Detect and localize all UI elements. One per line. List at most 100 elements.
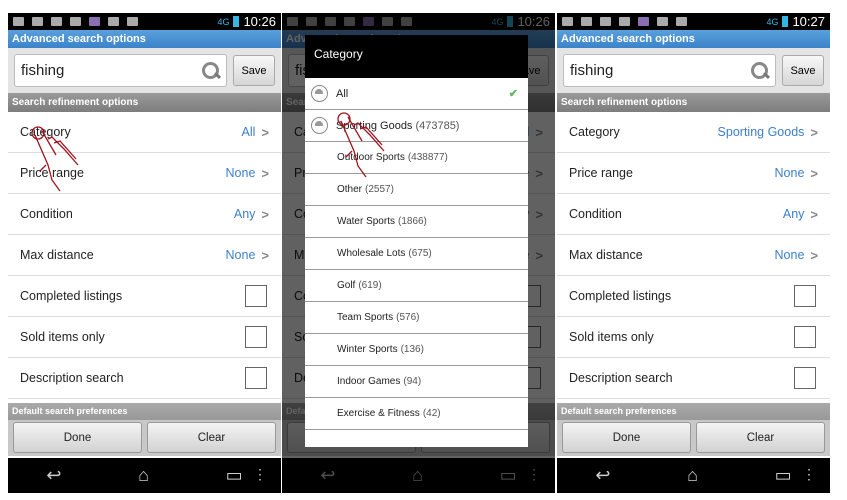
option-row[interactable]: Condition Any > (8, 194, 281, 235)
subcategory-option[interactable]: Wholesale Lots (675) (305, 238, 528, 270)
subcategory-option[interactable]: Other (2557) (305, 174, 528, 206)
chevron-right-icon: > (261, 165, 269, 181)
category-option[interactable]: Sporting Goods (473785) (305, 110, 528, 142)
chevron-right-icon: > (810, 165, 818, 181)
status-bar: 4G 10:26 (8, 13, 281, 30)
checkbox-row[interactable]: Completed listings (8, 276, 281, 317)
option-row[interactable]: Price range None > (557, 153, 830, 194)
subcategory-option[interactable]: Outdoor Sports (438877) (305, 142, 528, 174)
bottom-bar: Default search preferences DoneClear (8, 403, 281, 456)
category-count: (42) (422, 408, 441, 419)
home-icon[interactable]: ⌂ (687, 465, 698, 486)
category-count: (136) (400, 344, 424, 355)
category-label: Outdoor Sports (337, 152, 405, 163)
category-label: Winter Sports (337, 344, 398, 355)
clock: 10:27 (792, 14, 825, 29)
app-icon (638, 17, 649, 26)
checkbox[interactable] (245, 367, 267, 389)
subcategory-option[interactable]: Golf (619) (305, 270, 528, 302)
subcategory-option[interactable]: Team Sports (576) (305, 302, 528, 334)
category-count: (619) (358, 280, 382, 291)
save-button[interactable]: Save (782, 55, 824, 86)
dialog-title: Category (305, 35, 528, 78)
app-title: Advanced search options (8, 30, 281, 48)
subcategory-option[interactable] (305, 430, 528, 447)
app-title: Advanced search options (557, 30, 830, 48)
category-label: Indoor Games (337, 376, 401, 387)
option-value: All (241, 125, 256, 139)
phone-screen-2: 4G 10:26 Advanced search options fishing… (282, 13, 555, 493)
checkbox[interactable] (794, 285, 816, 307)
checkbox[interactable] (794, 367, 816, 389)
checkbox[interactable] (794, 326, 816, 348)
option-value: None (225, 248, 256, 262)
chevron-right-icon: > (810, 247, 818, 263)
option-row[interactable]: Condition Any > (557, 194, 830, 235)
chevron-right-icon: > (261, 124, 269, 140)
option-row[interactable]: Max distance None > (8, 235, 281, 276)
checkbox-label: Completed listings (569, 289, 672, 303)
collapse-icon (311, 117, 328, 134)
done-button[interactable]: Done (13, 422, 142, 453)
search-icon[interactable] (202, 61, 220, 80)
chevron-right-icon: > (810, 124, 818, 140)
category-label: Wholesale Lots (337, 248, 406, 259)
checkbox-row[interactable]: Sold items only (557, 317, 830, 358)
checkbox-row[interactable]: Description search (557, 358, 830, 399)
search-icon[interactable] (751, 61, 769, 80)
checkbox[interactable] (245, 326, 267, 348)
category-dialog: Category All ✔ Sporting Goods (473785) Outdoo… (305, 35, 528, 447)
mail-icon (70, 17, 81, 26)
checkbox-row[interactable]: Completed listings (557, 276, 830, 317)
subcategory-option[interactable]: Winter Sports (136) (305, 334, 528, 366)
checkbox-label: Description search (569, 371, 673, 385)
recents-icon[interactable]: ▭ (226, 465, 243, 486)
chevron-right-icon: > (261, 206, 269, 222)
checkbox[interactable] (245, 285, 267, 307)
picture-icon (562, 17, 573, 26)
back-icon[interactable]: ↩ (595, 465, 610, 486)
search-query: fishing (570, 62, 614, 79)
recents-icon[interactable]: ▭ (775, 465, 792, 486)
option-row[interactable]: Max distance None > (557, 235, 830, 276)
option-label: Condition (20, 207, 73, 221)
save-button[interactable]: Save (233, 55, 275, 86)
chevron-right-icon: > (810, 206, 818, 222)
missed-call-icon (676, 17, 687, 26)
category-count: (675) (408, 248, 432, 259)
status-bar: 4G 10:27 (557, 13, 830, 30)
category-count: (438877) (407, 152, 448, 163)
category-label: Team Sports (337, 312, 394, 323)
search-row: fishing Save (8, 48, 281, 93)
option-label: Condition (569, 207, 622, 221)
bottom-bar: Default search preferences DoneClear (557, 403, 830, 456)
option-row[interactable]: Category All > (8, 112, 281, 153)
done-button[interactable]: Done (562, 422, 691, 453)
menu-icon[interactable]: ⋮ (253, 466, 267, 483)
subcategory-option[interactable]: Indoor Games (94) (305, 366, 528, 398)
subcategory-option[interactable]: Exercise & Fitness (42) (305, 398, 528, 430)
category-count: (2557) (365, 184, 394, 195)
back-icon[interactable]: ↩ (46, 465, 61, 486)
clear-button[interactable]: Clear (147, 422, 276, 453)
subcategory-option[interactable]: Water Sports (1866) (305, 206, 528, 238)
checkbox-row[interactable]: Sold items only (8, 317, 281, 358)
category-option[interactable]: All ✔ (305, 78, 528, 110)
home-icon[interactable]: ⌂ (138, 465, 149, 486)
app-icon (89, 17, 100, 26)
search-row: fishing Save (557, 48, 830, 93)
option-label: Category (20, 125, 71, 139)
section-header: Default search preferences (557, 403, 830, 420)
phone-screen-3: 4G 10:27 Advanced search options fishing… (557, 13, 830, 493)
menu-icon[interactable]: ⋮ (802, 466, 816, 483)
clear-button[interactable]: Clear (696, 422, 825, 453)
option-row[interactable]: Category Sporting Goods > (557, 112, 830, 153)
section-header: Search refinement options (557, 93, 830, 112)
battery-icon (782, 16, 789, 27)
checkbox-row[interactable]: Description search (8, 358, 281, 399)
search-input[interactable]: fishing (14, 54, 227, 87)
category-count: (576) (396, 312, 420, 323)
option-label: Price range (20, 166, 84, 180)
option-row[interactable]: Price range None > (8, 153, 281, 194)
search-input[interactable]: fishing (563, 54, 776, 87)
